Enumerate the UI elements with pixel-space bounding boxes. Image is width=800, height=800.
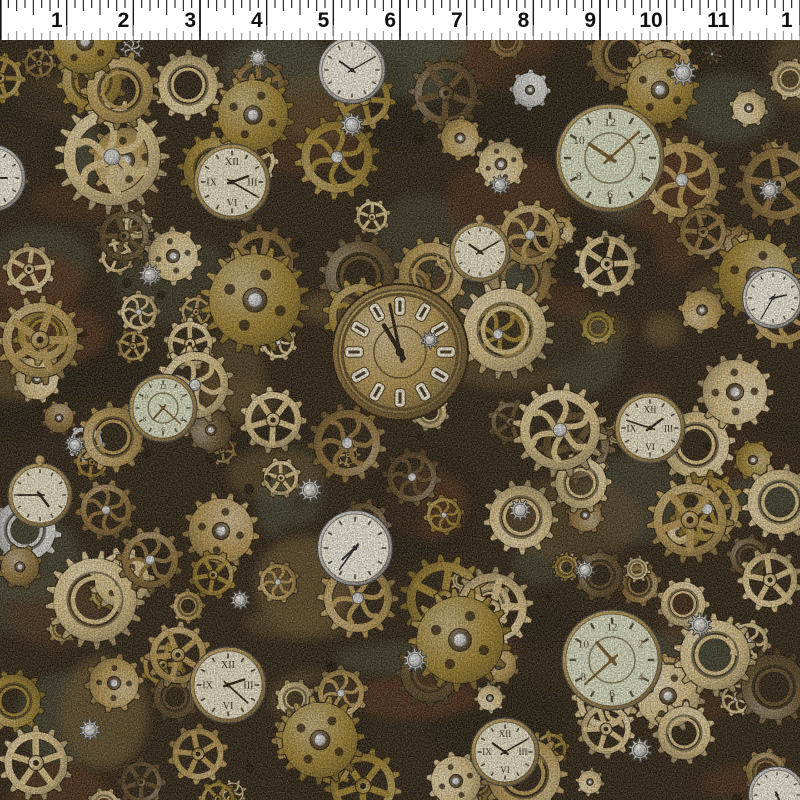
fabric-swatch: 12246810XIIIIIVIIX12246810XIIIIIVIIXXIII… <box>0 40 800 800</box>
inch-ruler: 12345678910111 <box>0 0 800 40</box>
ruler-number: 7 <box>451 9 463 32</box>
ruler-number: 9 <box>584 9 596 32</box>
ruler-number: 6 <box>384 9 396 32</box>
ruler-number: 10 <box>639 9 662 32</box>
grain-overlay-light <box>0 40 800 800</box>
fabric-canvas: 12246810XIIIIIVIIX12246810XIIIIIVIIXXIII… <box>0 40 800 800</box>
ruler-number: 8 <box>518 9 530 32</box>
ruler-number: 2 <box>118 9 130 32</box>
fabric-product-photo: 12345678910111 12246810XIIIIIVIIX1224681… <box>0 0 800 800</box>
ruler-number-clipped: 1 <box>781 9 793 32</box>
ruler-number: 1 <box>51 9 63 32</box>
ruler-canvas: 12345678910111 <box>0 0 800 40</box>
ruler-number: 5 <box>318 9 330 32</box>
ruler-number: 11 <box>707 9 730 32</box>
ruler-number: 3 <box>184 9 196 32</box>
ruler-number: 4 <box>251 9 263 32</box>
